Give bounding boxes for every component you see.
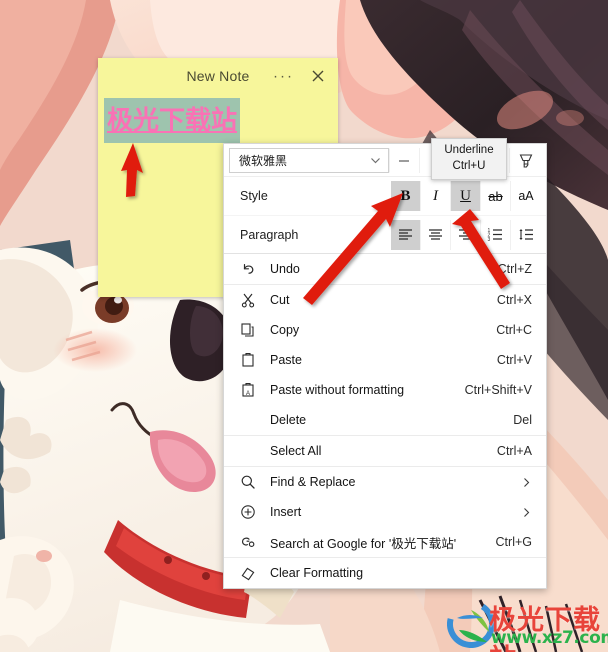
note-titlebar[interactable]: New Note ··· [98,58,338,94]
menu-item-paste-plain-label: Paste without formatting [270,383,405,397]
clipboard-text-icon: A [240,382,262,398]
screenshot-root: New Note ··· 极光下载站 微软雅黑 Style B I U ab a… [0,0,608,652]
italic-glyph: I [433,187,438,204]
bold-button[interactable]: B [391,181,421,211]
menu-item-insert-label: Insert [270,505,302,519]
menu-item-find-replace[interactable]: Find & Replace [224,467,546,497]
font-family-value: 微软雅黑 [239,154,288,168]
decrease-font-size-button[interactable] [389,148,419,173]
style-row-label: Style [240,189,268,203]
font-family-select[interactable]: 微软雅黑 [229,148,389,173]
style-button-strip[interactable]: B I U ab aA [391,181,541,211]
svg-text:A: A [246,391,250,397]
note-selected-text[interactable]: 极光下载站 [104,98,241,144]
tooltip-underline: Underline Ctrl+U [431,138,507,181]
bold-glyph: B [400,187,411,204]
menu-item-paste-label: Paste [270,353,302,367]
menu-item-delete-shortcut: Del [513,413,532,427]
numbered-list-icon[interactable]: 1 2 3 [481,219,511,250]
underline-button[interactable]: U [451,181,481,211]
menu-item-cut-shortcut: Ctrl+X [496,293,532,307]
menu-item-undo-shortcut: Ctrl+Z [497,262,532,276]
menu-item-copy-shortcut: Ctrl+C [496,323,532,337]
eraser-icon [240,565,262,581]
highlighter-icon[interactable] [509,148,541,173]
menu-item-paste[interactable]: Paste Ctrl+V [224,345,546,375]
menu-item-search-google-shortcut: Ctrl+G [495,535,532,549]
menu-item-select-all-shortcut: Ctrl+A [496,444,532,458]
menu-item-copy-label: Copy [270,323,300,337]
case-glyph: aA [518,189,534,203]
tooltip-shortcut: Ctrl+U [452,159,486,172]
menu-item-cut-label: Cut [270,293,290,307]
style-row: Style B I U ab aA [224,177,546,215]
close-icon[interactable] [308,66,328,86]
svg-text:3: 3 [488,237,491,242]
case-button[interactable]: aA [511,181,541,211]
plus-circle-icon [240,504,262,520]
menu-item-insert[interactable]: Insert [224,497,546,527]
menu-item-undo-label: Undo [270,262,300,276]
paragraph-row-label: Paragraph [240,227,299,242]
menu-item-paste-shortcut: Ctrl+V [496,353,532,367]
align-right-icon[interactable] [451,219,481,250]
scissors-icon [240,292,262,308]
menu-item-cut[interactable]: Cut Ctrl+X [224,285,546,315]
menu-item-find-replace-label: Find & Replace [270,475,356,489]
align-left-icon[interactable] [391,219,421,250]
context-menu[interactable]: 微软雅黑 Style B I U ab aA Paragraph 1 2 3 U… [223,143,547,589]
google-search-icon [240,534,262,550]
menu-item-search-google-label: Search at Google for '极光下载站' [270,536,457,551]
menu-item-delete-label: Delete [270,413,307,427]
paragraph-row: Paragraph 1 2 3 [224,215,546,253]
menu-item-select-all[interactable]: Select All Ctrl+A [224,436,546,466]
copy-icon [240,322,262,338]
undo-icon [240,261,262,277]
paragraph-button-strip[interactable]: 1 2 3 [391,219,541,250]
note-more-options-button[interactable]: ··· [273,69,294,84]
chevron-right-icon [520,507,532,518]
line-spacing-icon[interactable] [511,219,541,250]
note-title: New Note [186,68,250,84]
menu-item-paste-plain-shortcut: Ctrl+Shift+V [464,383,532,397]
clipboard-icon [240,352,262,368]
note-text-container[interactable]: 极光下载站 [104,94,241,147]
tooltip-title: Underline [444,144,494,156]
search-icon [240,474,262,490]
menu-item-undo[interactable]: Undo Ctrl+Z [224,254,546,284]
strikethrough-button[interactable]: ab [481,181,511,211]
menu-item-paste-plain[interactable]: A Paste without formatting Ctrl+Shift+V [224,375,546,405]
italic-button[interactable]: I [421,181,451,211]
underline-glyph: U [460,187,471,204]
menu-item-clear-formatting-label: Clear Formatting [270,566,364,580]
menu-item-clear-formatting[interactable]: Clear Formatting [224,558,546,588]
chevron-right-icon [520,477,532,488]
chevron-down-icon [369,154,382,167]
menu-item-delete[interactable]: Delete Del [224,405,546,435]
align-center-icon[interactable] [421,219,451,250]
menu-item-select-all-label: Select All [270,444,322,458]
menu-item-copy[interactable]: Copy Ctrl+C [224,315,546,345]
menu-item-search-google[interactable]: Search at Google for '极光下载站' Ctrl+G [224,527,546,557]
strikethrough-glyph: ab [488,188,503,204]
